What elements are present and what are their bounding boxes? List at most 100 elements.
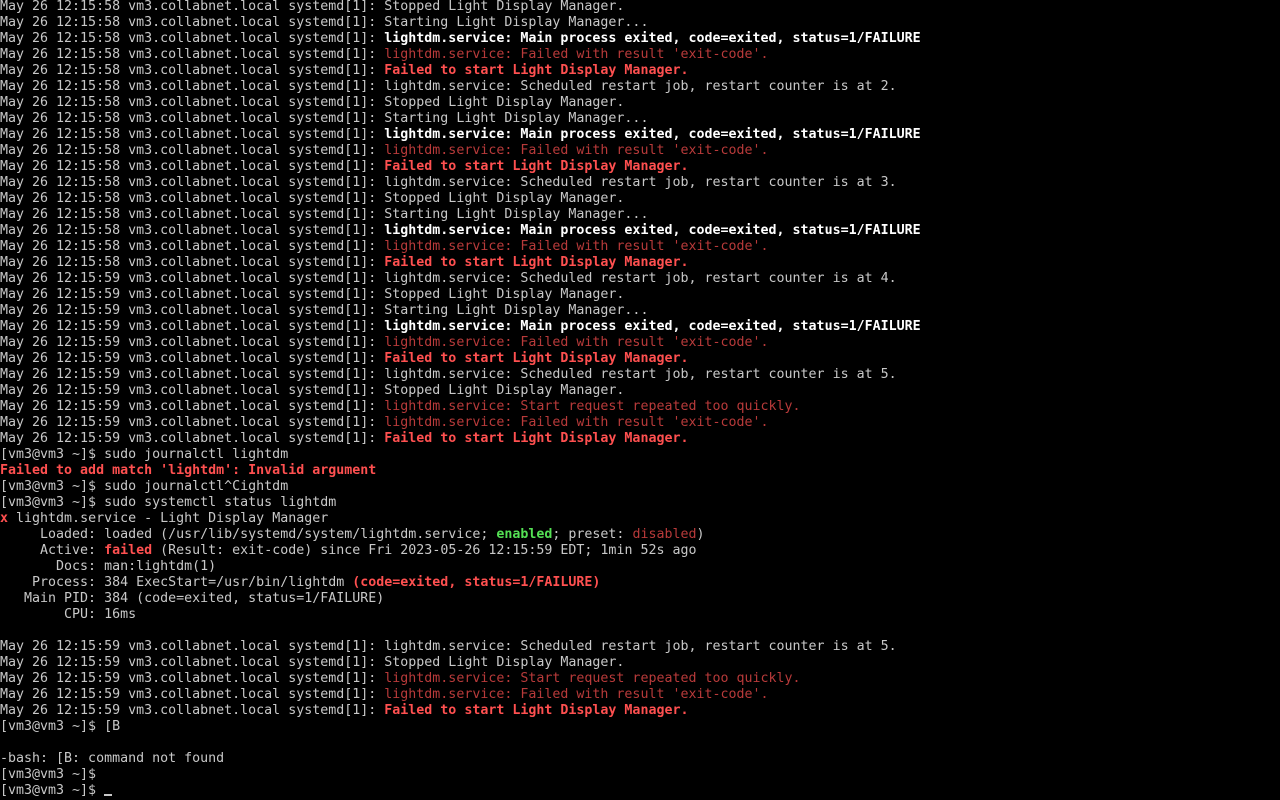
terminal-line: May 26 12:15:58 vm3.collabnet.local syst… [0, 47, 1280, 63]
terminal-line: Process: 384 ExecStart=/usr/bin/lightdm … [0, 575, 1280, 591]
terminal-text: lightdm.service: Start request repeated … [384, 399, 801, 414]
terminal-text: lightdm.service: Failed with result 'exi… [384, 687, 769, 702]
terminal-text: May 26 12:15:58 vm3.collabnet.local syst… [0, 191, 385, 206]
terminal-line: Loaded: loaded (/usr/lib/systemd/system/… [0, 527, 1280, 543]
terminal-line: May 26 12:15:58 vm3.collabnet.local syst… [0, 127, 1280, 143]
terminal-text: lightdm.service: Failed with result 'exi… [384, 47, 769, 62]
terminal-text: May 26 12:15:59 vm3.collabnet.local syst… [0, 319, 385, 334]
text-cursor [104, 794, 113, 796]
terminal-text: May 26 12:15:59 vm3.collabnet.local syst… [0, 431, 385, 446]
terminal-line: CPU: 16ms [0, 607, 1280, 623]
terminal-text: May 26 12:15:58 vm3.collabnet.local syst… [0, 175, 385, 190]
terminal-line: May 26 12:15:59 vm3.collabnet.local syst… [0, 303, 1280, 319]
terminal-text: Stopped Light Display Manager. [384, 655, 625, 670]
terminal-text: [vm3@vm3 ~]$ sudo systemctl status light… [0, 495, 337, 510]
terminal-line: May 26 12:15:59 vm3.collabnet.local syst… [0, 399, 1280, 415]
terminal-text: lightdm.service: Failed with result 'exi… [384, 335, 769, 350]
terminal-text: May 26 12:15:59 vm3.collabnet.local syst… [0, 687, 385, 702]
terminal-text: Stopped Light Display Manager. [384, 0, 625, 14]
terminal-text: May 26 12:15:58 vm3.collabnet.local syst… [0, 127, 385, 142]
terminal-line: [vm3@vm3 ~]$ [0, 783, 1280, 799]
terminal-text: lightdm.service: Scheduled restart job, … [384, 175, 897, 190]
terminal-text: May 26 12:15:59 vm3.collabnet.local syst… [0, 703, 385, 718]
terminal-text: Failed to start Light Display Manager. [384, 431, 689, 446]
terminal-line: May 26 12:15:58 vm3.collabnet.local syst… [0, 15, 1280, 31]
terminal-console[interactable]: May 26 12:15:58 vm3.collabnet.local syst… [0, 0, 1280, 799]
terminal-text: Stopped Light Display Manager. [384, 287, 625, 302]
terminal-text: May 26 12:15:58 vm3.collabnet.local syst… [0, 159, 385, 174]
terminal-line: [vm3@vm3 ~]$ [0, 767, 1280, 783]
terminal-line: May 26 12:15:59 vm3.collabnet.local syst… [0, 383, 1280, 399]
terminal-text: Starting Light Display Manager... [384, 15, 649, 30]
terminal-text: May 26 12:15:59 vm3.collabnet.local syst… [0, 271, 385, 286]
terminal-text: May 26 12:15:59 vm3.collabnet.local syst… [0, 383, 385, 398]
terminal-line: Docs: man:lightdm(1) [0, 559, 1280, 575]
terminal-line: May 26 12:15:59 vm3.collabnet.local syst… [0, 703, 1280, 719]
terminal-text: [vm3@vm3 ~]$ sudo journalctl lightdm [0, 447, 289, 462]
terminal-text: May 26 12:15:59 vm3.collabnet.local syst… [0, 671, 385, 686]
terminal-text: May 26 12:15:59 vm3.collabnet.local syst… [0, 367, 385, 382]
terminal-line: Main PID: 384 (code=exited, status=1/FAI… [0, 591, 1280, 607]
terminal-text: Docs: man:lightdm(1) [0, 559, 217, 574]
terminal-text: ) [696, 527, 705, 542]
terminal-line: Active: failed (Result: exit-code) since… [0, 543, 1280, 559]
terminal-text: May 26 12:15:58 vm3.collabnet.local syst… [0, 143, 385, 158]
terminal-text: lightdm.service: Main process exited, co… [384, 319, 921, 334]
terminal-text: lightdm.service - Light Display Manager [8, 511, 329, 526]
terminal-line: May 26 12:15:59 vm3.collabnet.local syst… [0, 639, 1280, 655]
terminal-line: [vm3@vm3 ~]$ sudo systemctl status light… [0, 495, 1280, 511]
terminal-line: -bash: [B: command not found [0, 751, 1280, 767]
terminal-line: May 26 12:15:59 vm3.collabnet.local syst… [0, 271, 1280, 287]
terminal-text: May 26 12:15:58 vm3.collabnet.local syst… [0, 111, 385, 126]
terminal-line: May 26 12:15:58 vm3.collabnet.local syst… [0, 79, 1280, 95]
terminal-line: May 26 12:15:58 vm3.collabnet.local syst… [0, 175, 1280, 191]
terminal-line: May 26 12:15:58 vm3.collabnet.local syst… [0, 95, 1280, 111]
terminal-line: Failed to add match 'lightdm': Invalid a… [0, 463, 1280, 479]
terminal-line: [vm3@vm3 ~]$ sudo journalctl^Cightdm [0, 479, 1280, 495]
terminal-line: May 26 12:15:58 vm3.collabnet.local syst… [0, 207, 1280, 223]
terminal-text: Failed to start Light Display Manager. [384, 159, 689, 174]
terminal-text: [vm3@vm3 ~]$ [0, 783, 105, 798]
terminal-line: May 26 12:15:59 vm3.collabnet.local syst… [0, 431, 1280, 447]
terminal-text: May 26 12:15:59 vm3.collabnet.local syst… [0, 351, 385, 366]
terminal-line: May 26 12:15:59 vm3.collabnet.local syst… [0, 655, 1280, 671]
terminal-text: Stopped Light Display Manager. [384, 191, 625, 206]
terminal-line: May 26 12:15:58 vm3.collabnet.local syst… [0, 31, 1280, 47]
terminal-text: (Result: exit-code) since Fri 2023-05-26… [152, 543, 697, 558]
terminal-text: lightdm.service: Scheduled restart job, … [384, 639, 897, 654]
terminal-text: Main PID: 384 (code=exited, status=1/FAI… [0, 591, 385, 606]
terminal-text: Stopped Light Display Manager. [384, 95, 625, 110]
terminal-text: ; preset: [552, 527, 633, 542]
terminal-text: lightdm.service: Failed with result 'exi… [384, 415, 769, 430]
terminal-text: lightdm.service: Failed with result 'exi… [384, 143, 769, 158]
terminal-text: Starting Light Display Manager... [384, 303, 649, 318]
terminal-text: lightdm.service: Failed with result 'exi… [384, 239, 769, 254]
terminal-line: May 26 12:15:59 vm3.collabnet.local syst… [0, 351, 1280, 367]
terminal-line: May 26 12:15:58 vm3.collabnet.local syst… [0, 63, 1280, 79]
terminal-text: May 26 12:15:59 vm3.collabnet.local syst… [0, 655, 385, 670]
terminal-text: Failed to start Light Display Manager. [384, 255, 689, 270]
terminal-text: Failed to start Light Display Manager. [384, 351, 689, 366]
terminal-text: Failed to start Light Display Manager. [384, 63, 689, 78]
terminal-text: May 26 12:15:59 vm3.collabnet.local syst… [0, 335, 385, 350]
terminal-line: May 26 12:15:59 vm3.collabnet.local syst… [0, 671, 1280, 687]
terminal-text: lightdm.service: Scheduled restart job, … [384, 367, 897, 382]
terminal-line: May 26 12:15:58 vm3.collabnet.local syst… [0, 0, 1280, 15]
terminal-text: May 26 12:15:58 vm3.collabnet.local syst… [0, 207, 385, 222]
terminal-text: Failed to add match 'lightdm': Invalid a… [0, 463, 377, 478]
terminal-text: May 26 12:15:58 vm3.collabnet.local syst… [0, 223, 385, 238]
terminal-text: May 26 12:15:59 vm3.collabnet.local syst… [0, 415, 385, 430]
terminal-text: May 26 12:15:58 vm3.collabnet.local syst… [0, 31, 385, 46]
terminal-text: May 26 12:15:58 vm3.collabnet.local syst… [0, 255, 385, 270]
terminal-text: Process: 384 ExecStart=/usr/bin/lightdm [0, 575, 353, 590]
terminal-text: x [0, 511, 9, 526]
terminal-text: May 26 12:15:58 vm3.collabnet.local syst… [0, 95, 385, 110]
terminal-text: May 26 12:15:58 vm3.collabnet.local syst… [0, 47, 385, 62]
terminal-text: failed [104, 543, 153, 558]
terminal-text: May 26 12:15:58 vm3.collabnet.local syst… [0, 15, 385, 30]
terminal-text: enabled [496, 527, 553, 542]
terminal-line: May 26 12:15:58 vm3.collabnet.local syst… [0, 111, 1280, 127]
terminal-line: [vm3@vm3 ~]$ [B [0, 719, 1280, 735]
